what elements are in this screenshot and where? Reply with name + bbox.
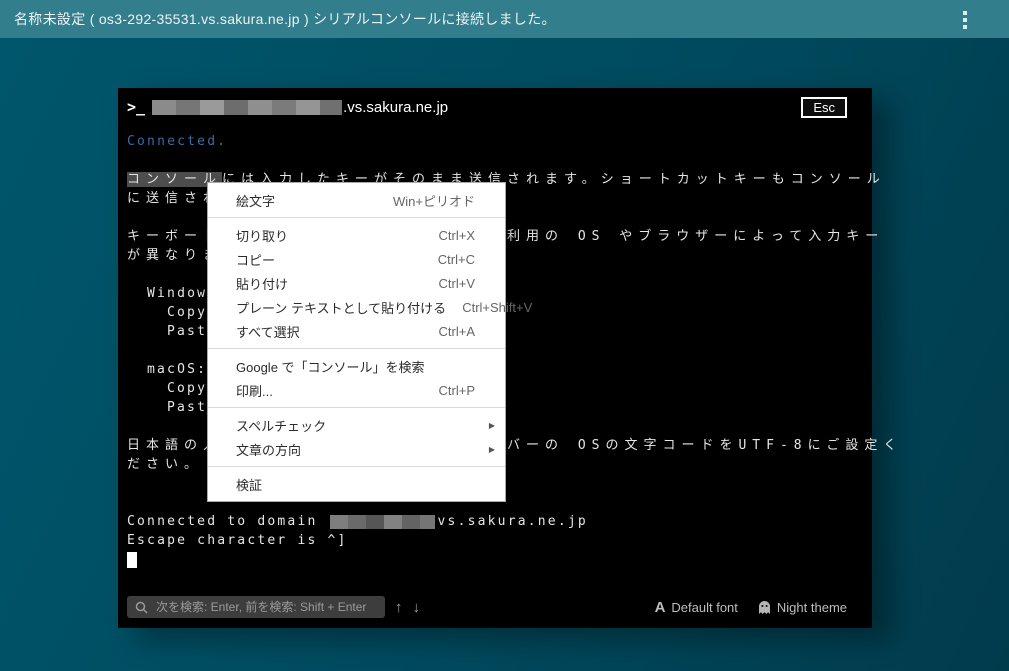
hostname-suffix: .vs.sakura.ne.jp <box>343 99 448 116</box>
connected-status: Connected. <box>127 134 227 149</box>
night-theme-label: Night theme <box>777 600 847 615</box>
kebab-menu-icon[interactable] <box>961 9 969 31</box>
search-input-wrapper[interactable] <box>127 596 385 618</box>
font-icon: A <box>655 599 666 616</box>
terminal-line: Connected. <box>127 132 872 151</box>
default-font-button[interactable]: A Default font <box>655 599 738 616</box>
menu-item-paste-plain[interactable]: プレーン テキストとして貼り付けるCtrl+Shift+V <box>208 295 505 319</box>
menu-item-spellcheck[interactable]: スペルチェック▶ <box>208 413 505 437</box>
menu-item-search-google[interactable]: Google で「コンソール」を検索 <box>208 354 505 378</box>
menu-item-emoji[interactable]: 絵文字Win+ピリオド <box>208 188 505 212</box>
find-previous-icon[interactable]: ↑ <box>395 600 403 615</box>
terminal-titlebar: >_ .vs.sakura.ne.jp Esc <box>118 88 872 126</box>
terminal-bottombar: ↑ ↓ A Default font Night theme <box>118 592 872 628</box>
browser-screen: 名称未設定 ( os3-292-35531.vs.sakura.ne.jp ) … <box>0 0 1009 671</box>
context-menu: 絵文字Win+ピリオド 切り取りCtrl+X コピーCtrl+C 貼り付けCtr… <box>207 182 506 502</box>
terminal-cursor <box>127 552 137 568</box>
menu-item-copy[interactable]: コピーCtrl+C <box>208 247 505 271</box>
page-background: >_ .vs.sakura.ne.jp Esc Connected. コンソール… <box>0 38 1009 671</box>
terminal-line <box>127 550 872 569</box>
menu-item-text-direction[interactable]: 文章の方向▶ <box>208 437 505 461</box>
menu-separator <box>208 217 505 218</box>
terminal-line <box>127 151 872 170</box>
menu-item-select-all[interactable]: すべて選択Ctrl+A <box>208 319 505 343</box>
night-theme-button[interactable]: Night theme <box>758 600 847 615</box>
menu-separator <box>208 348 505 349</box>
default-font-label: Default font <box>671 600 738 615</box>
app-titlebar: 名称未設定 ( os3-292-35531.vs.sakura.ne.jp ) … <box>0 0 1009 38</box>
submenu-arrow-icon: ▶ <box>489 421 495 430</box>
search-icon <box>135 601 148 614</box>
search-input[interactable] <box>154 599 377 615</box>
menu-item-cut[interactable]: 切り取りCtrl+X <box>208 223 505 247</box>
menu-item-paste[interactable]: 貼り付けCtrl+V <box>208 271 505 295</box>
find-next-icon[interactable]: ↓ <box>413 600 421 615</box>
redacted-hostname <box>152 100 342 115</box>
menu-separator <box>208 407 505 408</box>
esc-button[interactable]: Esc <box>801 97 847 118</box>
menu-separator <box>208 466 505 467</box>
terminal-line: Escape character is ^] <box>127 531 872 550</box>
submenu-arrow-icon: ▶ <box>489 445 495 454</box>
page-title: 名称未設定 ( os3-292-35531.vs.sakura.ne.jp ) … <box>14 9 556 29</box>
redacted-domain <box>330 515 435 529</box>
menu-item-print[interactable]: 印刷...Ctrl+P <box>208 378 505 402</box>
terminal-prompt-icon: >_ <box>127 98 145 116</box>
ghost-icon <box>758 600 771 615</box>
menu-item-inspect[interactable]: 検証 <box>208 472 505 496</box>
terminal-line: Connected to domainvs.sakura.ne.jp <box>127 512 872 531</box>
